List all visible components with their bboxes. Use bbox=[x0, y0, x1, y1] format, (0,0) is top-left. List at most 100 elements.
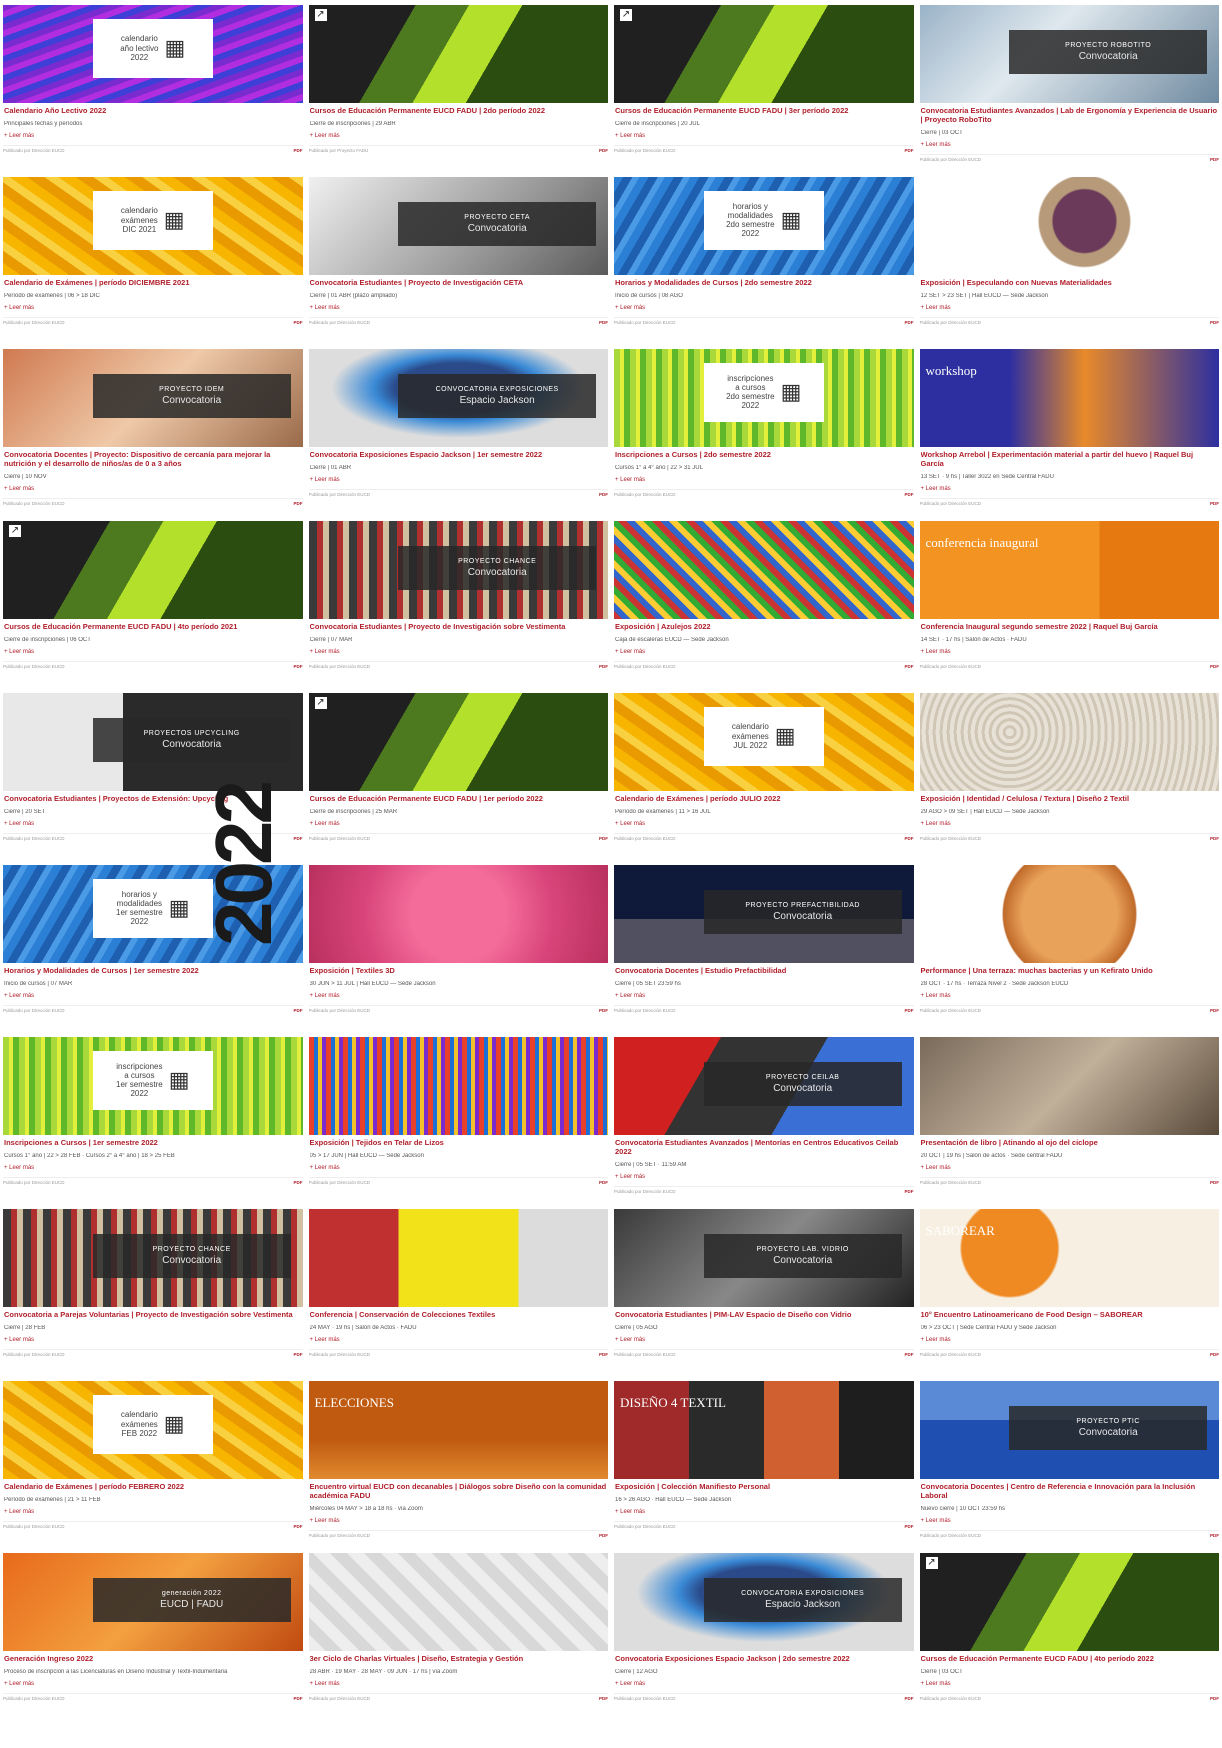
news-card[interactable]: PROYECTO IDEM Convocatoria Convocatoria Do… bbox=[3, 349, 303, 521]
card-title-link[interactable]: Workshop Arrebol | Experimentación mater… bbox=[921, 450, 1219, 468]
pdf-link[interactable]: PDF bbox=[905, 1696, 914, 1701]
news-card[interactable]: Exposición | Textiles 3D 30 JUN > 11 JUL … bbox=[308, 865, 608, 1037]
pdf-link[interactable]: PDF bbox=[599, 148, 608, 153]
news-card[interactable]: PROYECTO ROBOTITO Convocatoria Convocatori… bbox=[919, 5, 1219, 177]
read-more-link[interactable]: + Leer más bbox=[4, 1681, 302, 1687]
read-more-link[interactable]: + Leer más bbox=[4, 1509, 302, 1515]
pdf-link[interactable]: PDF bbox=[599, 1008, 608, 1013]
card-image[interactable]: PROYECTO LAB. VIDRIO Convocatoria bbox=[614, 1209, 914, 1307]
pdf-link[interactable]: PDF bbox=[905, 1524, 914, 1529]
card-image[interactable]: ↗ bbox=[614, 5, 914, 103]
news-card[interactable]: Exposición | Identidad / Celulosa / Text… bbox=[919, 693, 1219, 865]
pdf-link[interactable]: PDF bbox=[905, 1008, 914, 1013]
card-title-link[interactable]: Calendario Año Lectivo 2022 bbox=[4, 106, 302, 115]
read-more-link[interactable]: + Leer más bbox=[615, 1174, 913, 1180]
read-more-link[interactable]: + Leer más bbox=[615, 1681, 913, 1687]
card-image[interactable]: generación 2022 EUCD | FADU bbox=[3, 1553, 303, 1651]
card-title-link[interactable]: Calendario de Exámenes | período FEBRERO… bbox=[4, 1482, 302, 1491]
read-more-link[interactable]: + Leer más bbox=[615, 993, 913, 999]
pdf-link[interactable]: PDF bbox=[294, 320, 303, 325]
read-more-link[interactable]: + Leer más bbox=[310, 1518, 608, 1524]
pdf-link[interactable]: PDF bbox=[1210, 1008, 1219, 1013]
pdf-link[interactable]: PDF bbox=[294, 148, 303, 153]
news-card[interactable]: conferencia inaugural Conferencia Inaugur… bbox=[919, 521, 1219, 693]
card-title-link[interactable]: Convocatoria a Parejas Voluntarias | Pro… bbox=[4, 1310, 302, 1319]
pdf-link[interactable]: PDF bbox=[905, 664, 914, 669]
read-more-link[interactable]: + Leer más bbox=[310, 477, 608, 483]
read-more-link[interactable]: + Leer más bbox=[615, 477, 913, 483]
card-title-link[interactable]: Cursos de Educación Permanente EUCD FADU… bbox=[921, 1654, 1219, 1663]
card-title-link[interactable]: Cursos de Educación Permanente EUCD FADU… bbox=[4, 622, 302, 631]
read-more-link[interactable]: + Leer más bbox=[921, 142, 1219, 148]
card-title-link[interactable]: Inscripciones a Cursos | 1er semestre 20… bbox=[4, 1138, 302, 1147]
pdf-link[interactable]: PDF bbox=[1210, 1352, 1219, 1357]
read-more-link[interactable]: + Leer más bbox=[921, 1681, 1219, 1687]
card-title-link[interactable]: 3er Ciclo de Charlas Virtuales | Diseño,… bbox=[310, 1654, 608, 1663]
read-more-link[interactable]: + Leer más bbox=[4, 133, 302, 139]
pdf-link[interactable]: PDF bbox=[905, 320, 914, 325]
read-more-link[interactable]: + Leer más bbox=[615, 133, 913, 139]
news-card[interactable]: ELECCIONES Encuentro virtual EUCD con dec… bbox=[308, 1381, 608, 1553]
card-title-link[interactable]: Encuentro virtual EUCD con decanables | … bbox=[310, 1482, 608, 1500]
read-more-link[interactable]: + Leer más bbox=[615, 1337, 913, 1343]
card-image[interactable]: calendario exámenes JUL 2022 ▦ bbox=[614, 693, 914, 791]
pdf-link[interactable]: PDF bbox=[599, 1696, 608, 1701]
news-card[interactable]: PROYECTO PREFACTIBILIDAD Convocatoria Conv… bbox=[614, 865, 914, 1037]
news-card[interactable]: generación 2022 EUCD | FADU Generación Ing… bbox=[3, 1553, 303, 1725]
pdf-link[interactable]: PDF bbox=[1210, 320, 1219, 325]
card-title-link[interactable]: Exposición | Identidad / Celulosa / Text… bbox=[921, 794, 1219, 803]
pdf-link[interactable]: PDF bbox=[599, 320, 608, 325]
card-image[interactable]: horarios y modalidades 2do semestre 2022… bbox=[614, 177, 914, 275]
news-card[interactable]: SABOREAR 10° Encuentro Latinoamericano de… bbox=[919, 1209, 1219, 1381]
pdf-link[interactable]: PDF bbox=[294, 1696, 303, 1701]
card-image[interactable] bbox=[308, 1209, 608, 1307]
read-more-link[interactable]: + Leer más bbox=[310, 1165, 608, 1171]
card-image[interactable] bbox=[919, 177, 1219, 275]
card-title-link[interactable]: Convocatoria Estudiantes | PIM-LAV Espac… bbox=[615, 1310, 913, 1319]
read-more-link[interactable]: + Leer más bbox=[921, 1518, 1219, 1524]
pdf-link[interactable]: PDF bbox=[294, 836, 303, 841]
card-image[interactable] bbox=[614, 521, 914, 619]
news-card[interactable]: calendario exámenes FEB 2022 ▦ Calendario … bbox=[3, 1381, 303, 1553]
read-more-link[interactable]: + Leer más bbox=[615, 1509, 913, 1515]
card-title-link[interactable]: Convocatoria Exposiciones Espacio Jackso… bbox=[310, 450, 608, 459]
card-title-link[interactable]: Presentación de libro | Atinando al ojo … bbox=[921, 1138, 1219, 1147]
card-title-link[interactable]: Exposición | Tejidos en Telar de Lizos bbox=[310, 1138, 608, 1147]
pdf-link[interactable]: PDF bbox=[905, 836, 914, 841]
read-more-link[interactable]: + Leer más bbox=[615, 821, 913, 827]
pdf-link[interactable]: PDF bbox=[599, 1533, 608, 1538]
read-more-link[interactable]: + Leer más bbox=[4, 1165, 302, 1171]
pdf-link[interactable]: PDF bbox=[294, 501, 303, 506]
news-card[interactable]: PROYECTO CEILAB Convocatoria Convocatoria … bbox=[614, 1037, 914, 1209]
card-image[interactable]: PROYECTO CHANCE Convocatoria bbox=[308, 521, 608, 619]
news-card[interactable]: 3er Ciclo de Charlas Virtuales | Diseño,… bbox=[308, 1553, 608, 1725]
read-more-link[interactable]: + Leer más bbox=[4, 993, 302, 999]
read-more-link[interactable]: + Leer más bbox=[615, 649, 913, 655]
card-title-link[interactable]: Cursos de Educación Permanente EUCD FADU… bbox=[310, 106, 608, 115]
pdf-link[interactable]: PDF bbox=[1210, 664, 1219, 669]
news-card[interactable]: ↗ Cursos de Educación Permanente EUCD FAD… bbox=[308, 5, 608, 177]
card-image[interactable]: inscripciones a cursos 1er semestre 2022… bbox=[3, 1037, 303, 1135]
card-image[interactable]: inscripciones a cursos 2do semestre 2022… bbox=[614, 349, 914, 447]
card-image[interactable]: PROYECTO CEILAB Convocatoria bbox=[614, 1037, 914, 1135]
card-title-link[interactable]: Cursos de Educación Permanente EUCD FADU… bbox=[310, 794, 608, 803]
card-title-link[interactable]: Convocatoria Estudiantes | Proyecto de I… bbox=[310, 278, 608, 287]
card-title-link[interactable]: Horarios y Modalidades de Cursos | 2do s… bbox=[615, 278, 913, 287]
pdf-link[interactable]: PDF bbox=[1210, 157, 1219, 162]
pdf-link[interactable]: PDF bbox=[1210, 836, 1219, 841]
pdf-link[interactable]: PDF bbox=[294, 664, 303, 669]
pdf-link[interactable]: PDF bbox=[905, 1352, 914, 1357]
read-more-link[interactable]: + Leer más bbox=[4, 305, 302, 311]
card-image[interactable]: calendario exámenes FEB 2022 ▦ bbox=[3, 1381, 303, 1479]
read-more-link[interactable]: + Leer más bbox=[310, 1337, 608, 1343]
card-title-link[interactable]: Exposición | Azulejos 2022 bbox=[615, 622, 913, 631]
card-image[interactable]: CONVOCATORIA EXPOSICIONES Espacio Jackson bbox=[614, 1553, 914, 1651]
card-image[interactable]: PROYECTO IDEM Convocatoria bbox=[3, 349, 303, 447]
card-image[interactable]: PROYECTO PREFACTIBILIDAD Convocatoria bbox=[614, 865, 914, 963]
card-image[interactable] bbox=[919, 1037, 1219, 1135]
card-image[interactable]: ↗ bbox=[308, 5, 608, 103]
read-more-link[interactable]: + Leer más bbox=[921, 1165, 1219, 1171]
pdf-link[interactable]: PDF bbox=[1210, 501, 1219, 506]
pdf-link[interactable]: PDF bbox=[905, 148, 914, 153]
card-image[interactable]: calendario exámenes DIC 2021 ▦ bbox=[3, 177, 303, 275]
